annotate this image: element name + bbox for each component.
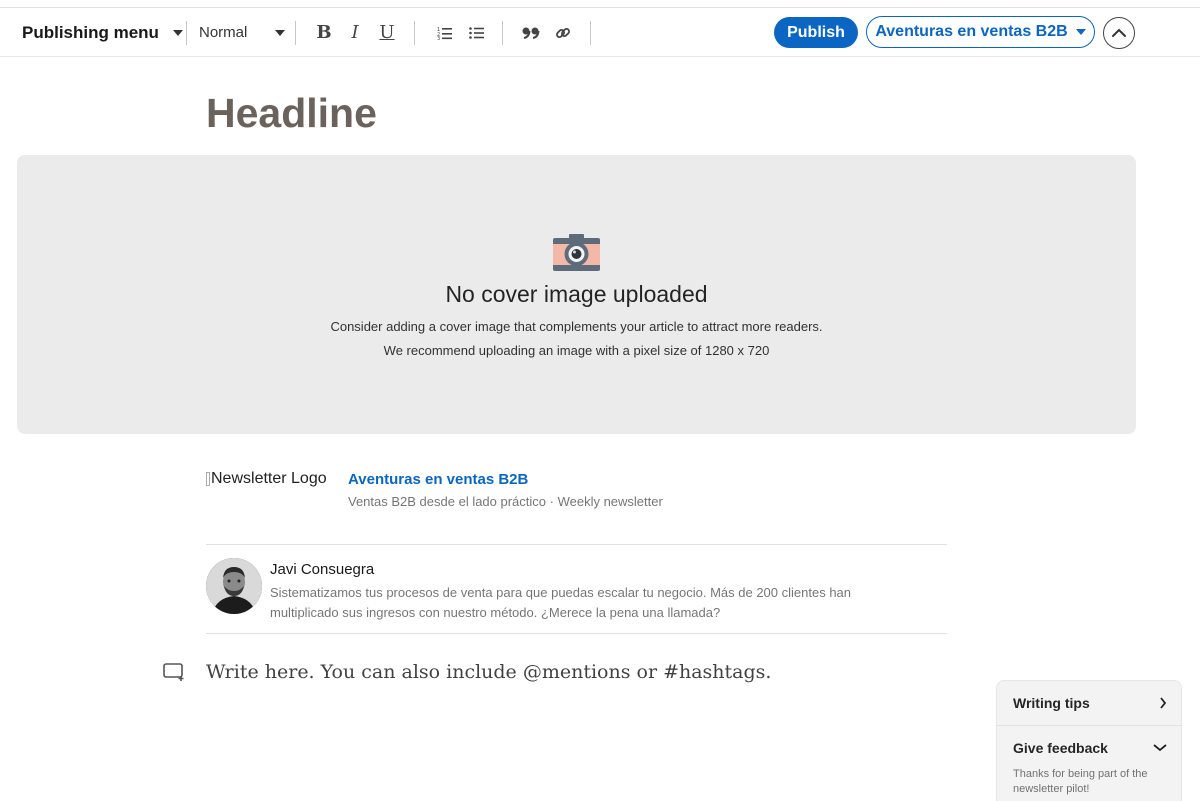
newsletter-name[interactable]: Aventuras en ventas B2B: [348, 471, 528, 488]
caret-down-icon: [275, 29, 285, 36]
broken-image-icon: [206, 472, 210, 486]
toolbar-divider: [295, 21, 296, 45]
author-avatar: [206, 558, 262, 614]
numbered-list-icon: 1 2 3: [437, 27, 452, 40]
newsletter-logo: Newsletter Logo: [206, 470, 327, 488]
toolbar-divider: [590, 21, 591, 45]
text-style-value: Normal: [199, 24, 248, 41]
publishing-menu-label: Publishing menu: [22, 22, 159, 42]
headline-input[interactable]: Headline: [206, 90, 377, 137]
chevron-down-icon: [1153, 744, 1167, 752]
newsletter-subtitle: Ventas B2B desde el lado práctico · Week…: [348, 494, 663, 509]
toolbar-divider: [502, 21, 503, 45]
author-name: Javi Consuegra: [270, 561, 375, 578]
author-bio: Sistematizamos tus procesos de venta par…: [270, 585, 852, 620]
quote-icon: [522, 27, 540, 39]
link-icon: [556, 27, 570, 38]
collapse-toolbar-button[interactable]: [1103, 17, 1135, 49]
numbered-list-button[interactable]: 1 2 3: [437, 8, 453, 57]
cover-empty-title: No cover image uploaded: [445, 281, 708, 307]
newsletter-select-value: Aventuras en ventas B2B: [875, 23, 1068, 40]
camera-icon: [553, 234, 600, 271]
section-divider: [206, 633, 947, 634]
add-media-icon[interactable]: [163, 662, 187, 682]
feedback-note: Thanks for being part of the newsletter …: [1013, 768, 1148, 795]
toolbar-divider: [414, 21, 415, 45]
cover-empty-description: Consider adding a cover image that compl…: [330, 319, 823, 334]
quote-button[interactable]: [522, 8, 540, 57]
newsletter-logo-alt: Newsletter Logo: [211, 470, 327, 487]
italic-button[interactable]: I: [344, 8, 366, 57]
toolbar-divider: [186, 21, 187, 45]
give-feedback-toggle[interactable]: Give feedback: [1013, 740, 1167, 756]
bold-button[interactable]: B: [313, 8, 335, 57]
window-top-edge: [0, 0, 1200, 8]
chevron-up-icon: [1112, 28, 1126, 37]
svg-text:3: 3: [437, 36, 440, 40]
caret-down-icon: [172, 29, 183, 36]
help-panel-divider: [997, 725, 1181, 726]
text-style-select[interactable]: Normal: [199, 8, 285, 57]
writing-tips-label: Writing tips: [1013, 695, 1090, 711]
bulleted-list-button[interactable]: [469, 8, 485, 57]
newsletter-select[interactable]: Aventuras en ventas B2B: [866, 16, 1095, 48]
link-button[interactable]: [555, 8, 571, 57]
help-panel: Writing tips Give feedback Thanks for be…: [996, 680, 1182, 801]
section-divider: [206, 544, 947, 545]
bulleted-list-icon: [469, 26, 484, 39]
cover-size-recommendation: We recommend uploading an image with a p…: [383, 343, 770, 358]
chevron-right-icon: [1160, 697, 1167, 709]
give-feedback-label: Give feedback: [1013, 740, 1108, 756]
writing-tips-toggle[interactable]: Writing tips: [1013, 695, 1167, 711]
underline-button[interactable]: U: [376, 8, 398, 57]
caret-down-icon: [1075, 29, 1086, 35]
publish-button[interactable]: Publish: [774, 17, 858, 48]
publishing-menu-button[interactable]: Publishing menu: [22, 8, 183, 57]
article-body-input[interactable]: Write here. You can also include @mentio…: [206, 661, 771, 683]
